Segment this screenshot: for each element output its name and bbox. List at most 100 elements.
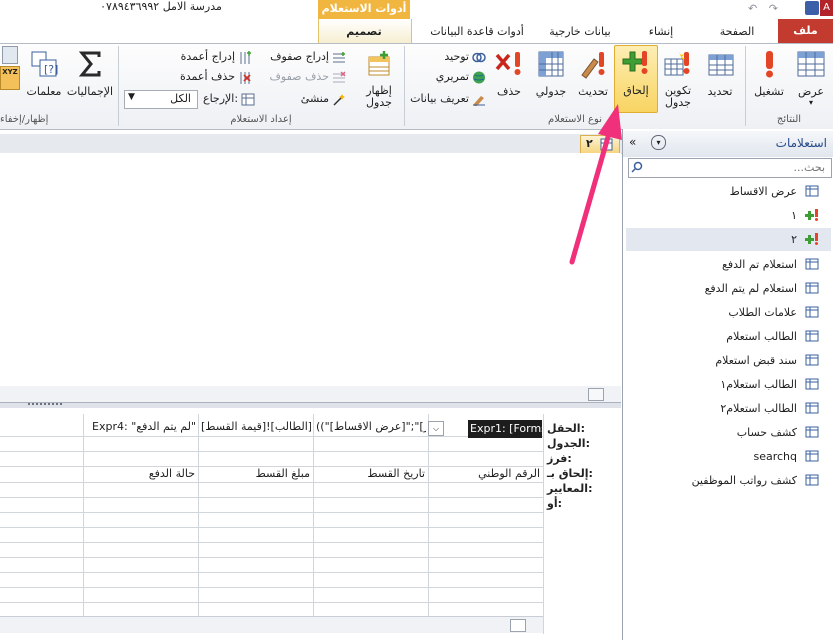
select-query-icon <box>805 306 819 318</box>
nav-item-query[interactable]: كشف رواتب الموظفين <box>626 469 831 492</box>
grid-row-line <box>0 572 543 573</box>
nav-item-query[interactable]: الطالب استعلام١ <box>626 373 831 396</box>
grid-row-line <box>0 602 543 603</box>
delete-rows-button[interactable]: حذف صفوف <box>266 68 346 86</box>
field-cell[interactable]: [قيمة القسط]![الطالب]! <box>201 418 311 436</box>
pass-through-button[interactable]: تمريري <box>418 68 486 86</box>
union-icon <box>472 52 486 62</box>
table-design-area[interactable] <box>0 153 621 402</box>
make-table-button[interactable]: تكوين جدول <box>658 47 698 109</box>
select-query-icon <box>805 354 819 366</box>
group-divider <box>404 46 405 126</box>
collapse-pane-icon[interactable]: « <box>629 135 636 149</box>
field-cell[interactable]: Expr4: "لم يتم الدفع" <box>86 418 196 436</box>
datasheet-view-icon <box>797 51 825 77</box>
grid-row-line <box>0 512 543 513</box>
insert-rows-button[interactable]: إدراج صفوف <box>266 48 346 66</box>
insert-rows-icon <box>333 51 345 62</box>
search-icon <box>631 161 643 173</box>
row-label-append-to: إلحاق بـ: <box>547 467 593 480</box>
title-bar: A ↶ ↷ ▾ مدرسة الامل ٠٧٨٩٤٣٦٩٩٢ <box>0 0 833 28</box>
tab-design[interactable]: تصميم <box>320 22 408 42</box>
tab-database-tools[interactable]: أدوات قاعدة البيانات <box>420 22 534 42</box>
access-logo-icon: A <box>820 0 833 16</box>
nav-item-query[interactable]: ١ <box>626 204 831 227</box>
school-title: مدرسة الامل ٠٧٨٩٤٣٦٩٩٢ <box>100 0 222 13</box>
tab-external-data[interactable]: بيانات خارجية <box>540 22 620 42</box>
group-divider <box>745 46 746 126</box>
show-table-button[interactable]: إظهار جدول <box>358 47 400 109</box>
grid-row-line <box>0 527 543 528</box>
nav-search-box[interactable] <box>628 158 832 178</box>
quick-access-icons[interactable]: ↶ ↷ ▾ <box>748 2 798 28</box>
chevron-down-icon[interactable]: ⌵ <box>428 421 444 436</box>
grid-row-line <box>0 587 543 588</box>
tab-create[interactable]: إنشاء <box>626 22 696 42</box>
parameters-button[interactable]: [?] معلمات <box>24 47 64 109</box>
delete-columns-button[interactable]: حذف أعمدة <box>160 68 252 86</box>
totals-button[interactable]: الإجماليات <box>64 47 116 109</box>
nav-dropdown-icon[interactable]: ▾ <box>651 135 666 150</box>
append-to-cell[interactable]: حالة الدفع <box>85 465 195 483</box>
scroll-thumb[interactable] <box>588 388 604 401</box>
nav-item-query[interactable]: استعلام لم يتم الدفع <box>626 277 831 300</box>
delete-rows-icon <box>333 70 346 82</box>
grid-column-line <box>83 414 84 616</box>
crosstab-icon <box>538 51 564 77</box>
annotation-arrow-icon <box>569 104 622 265</box>
tab-file[interactable]: ملف <box>778 19 833 44</box>
chevron-down-icon: ▼ <box>128 92 135 102</box>
group-divider <box>118 46 119 126</box>
nav-item-query[interactable]: الطالب استعلام٢ <box>626 397 831 420</box>
nav-item-query[interactable]: سند قبض استعلام <box>626 349 831 372</box>
append-to-cell[interactable]: مبلغ القسط <box>200 465 310 483</box>
append-query-icon <box>805 233 818 245</box>
nav-item-query[interactable]: كشف حساب <box>626 421 831 444</box>
sigma-icon <box>78 51 101 77</box>
union-button[interactable]: توحيد <box>418 48 486 66</box>
nav-item-query[interactable]: searchq <box>626 445 831 468</box>
return-select[interactable]: الكل ▼ <box>124 90 198 109</box>
select-query-icon <box>805 282 819 294</box>
nav-search-input[interactable] <box>645 159 825 175</box>
nav-item-query[interactable]: عرض الاقساط <box>626 180 831 203</box>
select-query-button[interactable]: تحديد <box>700 47 740 109</box>
run-button[interactable]: تشغيل <box>750 47 788 109</box>
append-to-cell[interactable]: تاريخ القسط <box>315 465 425 483</box>
data-definition-icon <box>473 95 485 106</box>
return-label: الإرجاع: <box>203 90 255 108</box>
view-button[interactable]: عرض ▾ <box>792 47 830 109</box>
insert-columns-icon <box>240 50 251 64</box>
append-query-icon <box>622 51 648 74</box>
scroll-thumb[interactable] <box>510 619 526 632</box>
query-design-grid[interactable] <box>0 408 621 640</box>
run-exclamation-icon <box>766 51 773 78</box>
field-cell-selected[interactable]: Expr1: [Forms <box>468 420 542 438</box>
builder-wand-icon <box>333 93 345 106</box>
nav-pane-header[interactable]: استعلامات ▾ « <box>623 131 833 157</box>
row-label-criteria: المعايير: <box>547 482 593 495</box>
update-query-icon <box>581 52 605 79</box>
return-icon <box>241 93 255 105</box>
data-definition-button[interactable]: تعريف بيانات <box>408 90 486 108</box>
query-tools-context-label: أدوات الاستعلام <box>318 0 410 19</box>
field-cell[interactable]: (("[عرض الاقساط]";"[تار <box>316 418 426 436</box>
table-names-icon[interactable] <box>2 46 18 64</box>
append-to-cell[interactable]: الرقم الوطني <box>430 465 540 483</box>
nav-item-query[interactable]: الطالب استعلام <box>626 325 831 348</box>
insert-columns-button[interactable]: إدراج أعمدة <box>160 48 252 66</box>
delete-query-button[interactable]: حذف <box>490 47 528 109</box>
save-icon[interactable] <box>805 1 819 15</box>
property-sheet-icon[interactable]: XYZ <box>0 66 20 90</box>
nav-item-query[interactable]: علامات الطلاب <box>626 301 831 324</box>
select-query-icon <box>805 474 819 486</box>
grid-row-line <box>0 542 543 543</box>
grid-hscrollbar[interactable] <box>0 616 543 633</box>
select-query-icon <box>805 402 819 414</box>
nav-item-query-selected[interactable]: ٢ <box>626 228 831 251</box>
nav-item-query[interactable]: استعلام تم الدفع <box>626 253 831 276</box>
select-query-icon <box>805 378 819 390</box>
grid-row-line <box>0 436 543 437</box>
tab-home[interactable]: الصفحة الرئيسية <box>700 22 774 58</box>
builder-button[interactable]: منشئ <box>266 90 346 108</box>
